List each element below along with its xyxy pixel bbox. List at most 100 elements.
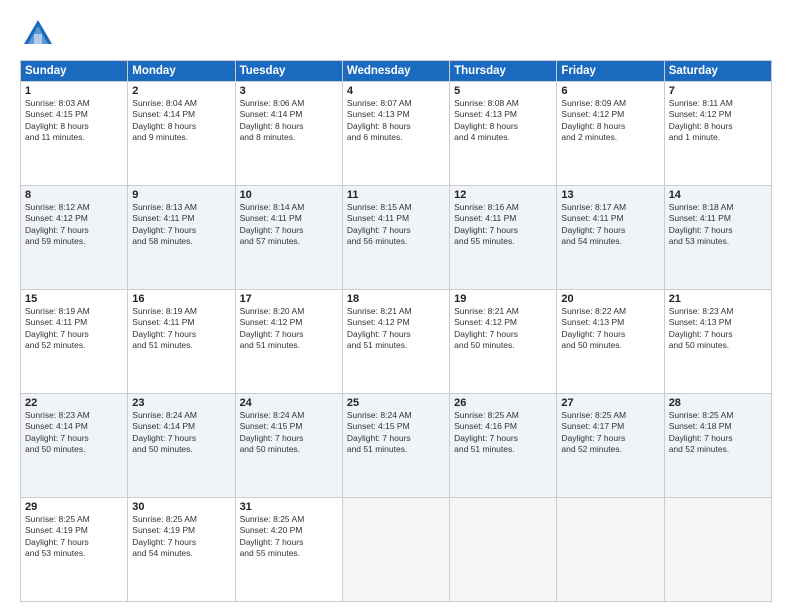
cell-info: Sunrise: 8:17 AM Sunset: 4:11 PM Dayligh…: [561, 202, 659, 248]
cell-info: Sunrise: 8:21 AM Sunset: 4:12 PM Dayligh…: [347, 306, 445, 352]
calendar-cell: 14Sunrise: 8:18 AM Sunset: 4:11 PM Dayli…: [664, 186, 771, 290]
calendar-cell: 2Sunrise: 8:04 AM Sunset: 4:14 PM Daylig…: [128, 82, 235, 186]
calendar-cell: 11Sunrise: 8:15 AM Sunset: 4:11 PM Dayli…: [342, 186, 449, 290]
cell-info: Sunrise: 8:04 AM Sunset: 4:14 PM Dayligh…: [132, 98, 230, 144]
calendar-header-row: Sunday Monday Tuesday Wednesday Thursday…: [21, 61, 772, 82]
cell-info: Sunrise: 8:21 AM Sunset: 4:12 PM Dayligh…: [454, 306, 552, 352]
col-wednesday: Wednesday: [342, 61, 449, 82]
calendar-week-row: 29Sunrise: 8:25 AM Sunset: 4:19 PM Dayli…: [21, 498, 772, 602]
day-number: 20: [561, 293, 659, 305]
col-thursday: Thursday: [450, 61, 557, 82]
calendar-cell: 10Sunrise: 8:14 AM Sunset: 4:11 PM Dayli…: [235, 186, 342, 290]
cell-info: Sunrise: 8:23 AM Sunset: 4:13 PM Dayligh…: [669, 306, 767, 352]
calendar-cell: 24Sunrise: 8:24 AM Sunset: 4:15 PM Dayli…: [235, 394, 342, 498]
day-number: 3: [240, 85, 338, 97]
calendar-cell: 19Sunrise: 8:21 AM Sunset: 4:12 PM Dayli…: [450, 290, 557, 394]
cell-info: Sunrise: 8:19 AM Sunset: 4:11 PM Dayligh…: [132, 306, 230, 352]
calendar-cell: 17Sunrise: 8:20 AM Sunset: 4:12 PM Dayli…: [235, 290, 342, 394]
day-number: 25: [347, 397, 445, 409]
calendar-week-row: 15Sunrise: 8:19 AM Sunset: 4:11 PM Dayli…: [21, 290, 772, 394]
day-number: 15: [25, 293, 123, 305]
cell-info: Sunrise: 8:25 AM Sunset: 4:20 PM Dayligh…: [240, 514, 338, 560]
calendar-cell: [664, 498, 771, 602]
day-number: 18: [347, 293, 445, 305]
header: [20, 16, 772, 52]
logo-icon: [20, 16, 56, 52]
day-number: 22: [25, 397, 123, 409]
cell-info: Sunrise: 8:15 AM Sunset: 4:11 PM Dayligh…: [347, 202, 445, 248]
calendar-cell: 23Sunrise: 8:24 AM Sunset: 4:14 PM Dayli…: [128, 394, 235, 498]
col-monday: Monday: [128, 61, 235, 82]
calendar-cell: 29Sunrise: 8:25 AM Sunset: 4:19 PM Dayli…: [21, 498, 128, 602]
day-number: 23: [132, 397, 230, 409]
calendar-cell: [557, 498, 664, 602]
calendar-cell: 26Sunrise: 8:25 AM Sunset: 4:16 PM Dayli…: [450, 394, 557, 498]
day-number: 2: [132, 85, 230, 97]
day-number: 9: [132, 189, 230, 201]
day-number: 30: [132, 501, 230, 513]
calendar-cell: 6Sunrise: 8:09 AM Sunset: 4:12 PM Daylig…: [557, 82, 664, 186]
cell-info: Sunrise: 8:22 AM Sunset: 4:13 PM Dayligh…: [561, 306, 659, 352]
cell-info: Sunrise: 8:25 AM Sunset: 4:16 PM Dayligh…: [454, 410, 552, 456]
cell-info: Sunrise: 8:08 AM Sunset: 4:13 PM Dayligh…: [454, 98, 552, 144]
col-sunday: Sunday: [21, 61, 128, 82]
day-number: 21: [669, 293, 767, 305]
cell-info: Sunrise: 8:24 AM Sunset: 4:14 PM Dayligh…: [132, 410, 230, 456]
calendar-week-row: 8Sunrise: 8:12 AM Sunset: 4:12 PM Daylig…: [21, 186, 772, 290]
cell-info: Sunrise: 8:03 AM Sunset: 4:15 PM Dayligh…: [25, 98, 123, 144]
day-number: 5: [454, 85, 552, 97]
calendar-cell: 28Sunrise: 8:25 AM Sunset: 4:18 PM Dayli…: [664, 394, 771, 498]
cell-info: Sunrise: 8:19 AM Sunset: 4:11 PM Dayligh…: [25, 306, 123, 352]
cell-info: Sunrise: 8:13 AM Sunset: 4:11 PM Dayligh…: [132, 202, 230, 248]
col-friday: Friday: [557, 61, 664, 82]
cell-info: Sunrise: 8:18 AM Sunset: 4:11 PM Dayligh…: [669, 202, 767, 248]
day-number: 11: [347, 189, 445, 201]
cell-info: Sunrise: 8:09 AM Sunset: 4:12 PM Dayligh…: [561, 98, 659, 144]
cell-info: Sunrise: 8:11 AM Sunset: 4:12 PM Dayligh…: [669, 98, 767, 144]
calendar-cell: 8Sunrise: 8:12 AM Sunset: 4:12 PM Daylig…: [21, 186, 128, 290]
day-number: 31: [240, 501, 338, 513]
calendar-cell: 25Sunrise: 8:24 AM Sunset: 4:15 PM Dayli…: [342, 394, 449, 498]
day-number: 10: [240, 189, 338, 201]
calendar-cell: [342, 498, 449, 602]
calendar-cell: [450, 498, 557, 602]
day-number: 1: [25, 85, 123, 97]
cell-info: Sunrise: 8:25 AM Sunset: 4:19 PM Dayligh…: [132, 514, 230, 560]
day-number: 8: [25, 189, 123, 201]
day-number: 28: [669, 397, 767, 409]
cell-info: Sunrise: 8:16 AM Sunset: 4:11 PM Dayligh…: [454, 202, 552, 248]
day-number: 6: [561, 85, 659, 97]
calendar-cell: 21Sunrise: 8:23 AM Sunset: 4:13 PM Dayli…: [664, 290, 771, 394]
calendar-cell: 18Sunrise: 8:21 AM Sunset: 4:12 PM Dayli…: [342, 290, 449, 394]
day-number: 12: [454, 189, 552, 201]
calendar-cell: 1Sunrise: 8:03 AM Sunset: 4:15 PM Daylig…: [21, 82, 128, 186]
col-tuesday: Tuesday: [235, 61, 342, 82]
calendar-cell: 22Sunrise: 8:23 AM Sunset: 4:14 PM Dayli…: [21, 394, 128, 498]
calendar-cell: 27Sunrise: 8:25 AM Sunset: 4:17 PM Dayli…: [557, 394, 664, 498]
calendar-cell: 9Sunrise: 8:13 AM Sunset: 4:11 PM Daylig…: [128, 186, 235, 290]
day-number: 17: [240, 293, 338, 305]
day-number: 26: [454, 397, 552, 409]
cell-info: Sunrise: 8:25 AM Sunset: 4:18 PM Dayligh…: [669, 410, 767, 456]
calendar-cell: 13Sunrise: 8:17 AM Sunset: 4:11 PM Dayli…: [557, 186, 664, 290]
day-number: 13: [561, 189, 659, 201]
cell-info: Sunrise: 8:12 AM Sunset: 4:12 PM Dayligh…: [25, 202, 123, 248]
calendar-cell: 30Sunrise: 8:25 AM Sunset: 4:19 PM Dayli…: [128, 498, 235, 602]
calendar-cell: 3Sunrise: 8:06 AM Sunset: 4:14 PM Daylig…: [235, 82, 342, 186]
calendar-week-row: 22Sunrise: 8:23 AM Sunset: 4:14 PM Dayli…: [21, 394, 772, 498]
calendar-cell: 12Sunrise: 8:16 AM Sunset: 4:11 PM Dayli…: [450, 186, 557, 290]
cell-info: Sunrise: 8:25 AM Sunset: 4:19 PM Dayligh…: [25, 514, 123, 560]
calendar-week-row: 1Sunrise: 8:03 AM Sunset: 4:15 PM Daylig…: [21, 82, 772, 186]
day-number: 4: [347, 85, 445, 97]
cell-info: Sunrise: 8:06 AM Sunset: 4:14 PM Dayligh…: [240, 98, 338, 144]
col-saturday: Saturday: [664, 61, 771, 82]
cell-info: Sunrise: 8:23 AM Sunset: 4:14 PM Dayligh…: [25, 410, 123, 456]
cell-info: Sunrise: 8:07 AM Sunset: 4:13 PM Dayligh…: [347, 98, 445, 144]
day-number: 14: [669, 189, 767, 201]
logo: [20, 16, 60, 52]
cell-info: Sunrise: 8:20 AM Sunset: 4:12 PM Dayligh…: [240, 306, 338, 352]
cell-info: Sunrise: 8:24 AM Sunset: 4:15 PM Dayligh…: [347, 410, 445, 456]
day-number: 16: [132, 293, 230, 305]
calendar-cell: 20Sunrise: 8:22 AM Sunset: 4:13 PM Dayli…: [557, 290, 664, 394]
day-number: 7: [669, 85, 767, 97]
